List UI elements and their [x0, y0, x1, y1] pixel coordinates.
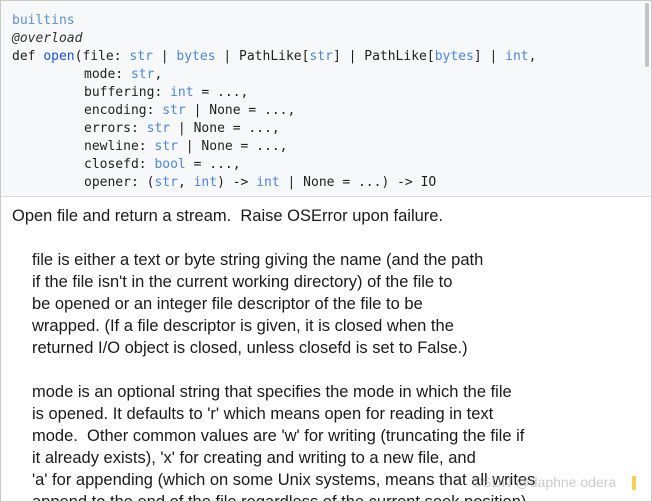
def-keyword: def	[12, 49, 36, 64]
type-int[interactable]: int	[194, 175, 217, 190]
type-int[interactable]: int	[256, 175, 279, 190]
type-str[interactable]: str	[154, 175, 177, 190]
param-name: buffering:	[84, 85, 171, 100]
separator: ,	[177, 175, 194, 190]
type-bytes[interactable]: bytes	[435, 49, 474, 64]
param-type[interactable]: str	[154, 139, 177, 154]
param-file: file:	[82, 49, 130, 64]
separator: | PathLike[	[215, 49, 310, 64]
signature-panel: builtins @overload def open(file: str | …	[1, 1, 651, 197]
param-type[interactable]: str	[131, 67, 154, 82]
doc-paragraph-line: is opened. It defaults to 'r' which mean…	[32, 405, 494, 423]
comma: ,	[528, 49, 537, 64]
param-rest: | None = ...,	[170, 121, 280, 136]
doc-paragraph-line: 'a' for appending (which on some Unix sy…	[32, 471, 536, 489]
vertical-scrollbar[interactable]	[643, 1, 651, 501]
doc-paragraph-line: it already exists), 'x' for creating and…	[32, 449, 476, 467]
quick-documentation-popup: builtins @overload def open(file: str | …	[0, 0, 652, 502]
overload-decorator: @overload	[12, 31, 83, 46]
function-name[interactable]: open	[43, 49, 74, 64]
param-name: mode:	[84, 67, 131, 82]
doc-paragraph-line: returned I/O object is closed, unless cl…	[32, 339, 468, 357]
separator: |	[152, 49, 177, 64]
doc-summary: Open file and return a stream. Raise OSE…	[12, 207, 444, 225]
doc-paragraph-line: if the file isn't in the current working…	[32, 273, 453, 291]
param-name: errors:	[84, 121, 147, 136]
param-name: encoding:	[84, 103, 163, 118]
doc-paragraph-line: file is either a text or byte string giv…	[32, 251, 484, 269]
param-opener: opener: (str, int) -> int | None = ...) …	[84, 174, 436, 192]
param-type[interactable]: str	[162, 103, 185, 118]
param-closefd: closefd: bool = ...,	[84, 156, 241, 174]
param-rest: ,	[154, 67, 163, 82]
doc-paragraph-line: mode. Other common values are 'w' for wr…	[32, 427, 525, 445]
param-rest: | None = ...,	[185, 103, 296, 118]
param-rest: = ...,	[193, 85, 249, 100]
param-encoding: encoding: str | None = ...,	[84, 102, 295, 120]
doc-paragraph-line: wrapped. (If a file descriptor is given,…	[32, 317, 454, 335]
param-newline: newline: str | None = ...,	[84, 138, 288, 156]
type-str[interactable]: str	[129, 49, 152, 64]
separator: ] | PathLike[	[332, 49, 435, 64]
watermark-marker	[632, 476, 636, 490]
separator: ] |	[473, 49, 506, 64]
param-buffering: buffering: int = ...,	[84, 84, 248, 102]
docstring-panel: Open file and return a stream. Raise OSE…	[1, 197, 651, 501]
param-type[interactable]: bool	[154, 157, 185, 172]
type-bytes[interactable]: bytes	[176, 49, 215, 64]
doc-paragraph-line: mode is an optional string that specifie…	[32, 383, 512, 401]
module-name: builtins	[12, 13, 75, 28]
param-type[interactable]: str	[147, 121, 170, 136]
arrow: ) ->	[217, 175, 257, 190]
type-str[interactable]: str	[309, 49, 332, 64]
param-rest: = ...,	[185, 157, 241, 172]
return-type: | None = ...) -> IO	[279, 175, 437, 190]
doc-paragraph-line: append to the end of the file regardless…	[32, 493, 531, 502]
param-name: opener: (	[84, 175, 155, 190]
scrollbar-thumb[interactable]	[645, 3, 649, 67]
type-int[interactable]: int	[505, 49, 528, 64]
doc-paragraph-line: be opened or an integer file descriptor …	[32, 295, 423, 313]
param-errors: errors: str | None = ...,	[84, 120, 280, 138]
param-name: closefd:	[84, 157, 155, 172]
param-mode: mode: str,	[84, 66, 162, 84]
param-rest: | None = ...,	[177, 139, 288, 154]
param-name: newline:	[84, 139, 155, 154]
watermark: CSDN @daphne odera	[472, 474, 617, 490]
param-type[interactable]: int	[170, 85, 193, 100]
signature-line-file: def open(file: str | bytes | PathLike[st…	[12, 48, 536, 66]
